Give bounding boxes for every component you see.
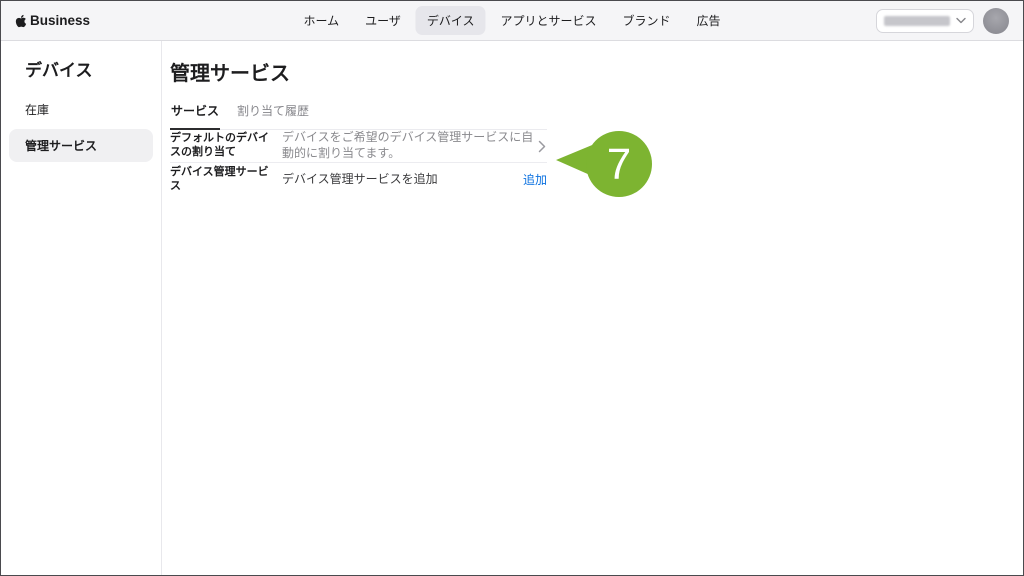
tab-services[interactable]: サービス xyxy=(170,102,220,130)
setting-value: デバイス管理サービスを追加 xyxy=(282,172,523,188)
sidebar-item-inventory[interactable]: 在庫 xyxy=(9,93,153,126)
setting-description: デバイスをご希望のデバイス管理サービスに自動的に割り当てます。 xyxy=(282,130,537,161)
setting-label: デフォルトのデバイスの割り当て xyxy=(170,132,282,160)
tab-bar: サービス 割り当て履歴 xyxy=(170,102,547,130)
sidebar-item-management-services[interactable]: 管理サービス xyxy=(9,129,153,162)
nav-item-apps-services[interactable]: アプリとサービス xyxy=(490,6,608,35)
apple-logo-icon xyxy=(15,14,27,28)
chevron-right-icon[interactable] xyxy=(537,140,547,153)
chevron-down-icon xyxy=(956,17,966,24)
setting-row-device-management-services: デバイス管理サービス デバイス管理サービスを追加 追加 xyxy=(170,163,547,196)
nav-item-users[interactable]: ユーザ xyxy=(354,6,412,35)
brand: Business xyxy=(15,13,90,28)
brand-label: Business xyxy=(30,13,90,28)
sidebar-title: デバイス xyxy=(9,56,153,81)
setting-label: デバイス管理サービス xyxy=(170,166,282,194)
main-content: 管理サービス サービス 割り当て履歴 デフォルトのデバイスの割り当て デバイスを… xyxy=(162,41,1023,575)
add-link[interactable]: 追加 xyxy=(523,171,547,188)
primary-nav: ホーム ユーザ デバイス アプリとサービス ブランド 広告 xyxy=(292,1,731,40)
sidebar: デバイス 在庫 管理サービス xyxy=(1,41,162,575)
settings-panel: サービス 割り当て履歴 デフォルトのデバイスの割り当て デバイスをご希望のデバイ… xyxy=(170,102,547,196)
app-window: Business ホーム ユーザ デバイス アプリとサービス ブランド 広告 デ… xyxy=(0,0,1024,576)
topnav-right xyxy=(876,8,1009,34)
nav-item-home[interactable]: ホーム xyxy=(292,6,350,35)
account-dropdown[interactable] xyxy=(876,9,974,33)
avatar[interactable] xyxy=(983,8,1009,34)
tab-assignment-history[interactable]: 割り当て履歴 xyxy=(236,102,310,129)
nav-item-branding[interactable]: ブランド xyxy=(612,6,682,35)
nav-item-ads[interactable]: 広告 xyxy=(686,6,732,35)
top-navigation-bar: Business ホーム ユーザ デバイス アプリとサービス ブランド 広告 xyxy=(1,1,1023,41)
nav-item-devices[interactable]: デバイス xyxy=(416,6,486,35)
setting-row-default-device-assignment[interactable]: デフォルトのデバイスの割り当て デバイスをご希望のデバイス管理サービスに自動的に… xyxy=(170,130,547,163)
account-name-redacted xyxy=(884,16,950,26)
page-body: デバイス 在庫 管理サービス 管理サービス サービス 割り当て履歴 デフォルトの… xyxy=(1,41,1023,575)
page-title: 管理サービス xyxy=(170,57,1023,86)
